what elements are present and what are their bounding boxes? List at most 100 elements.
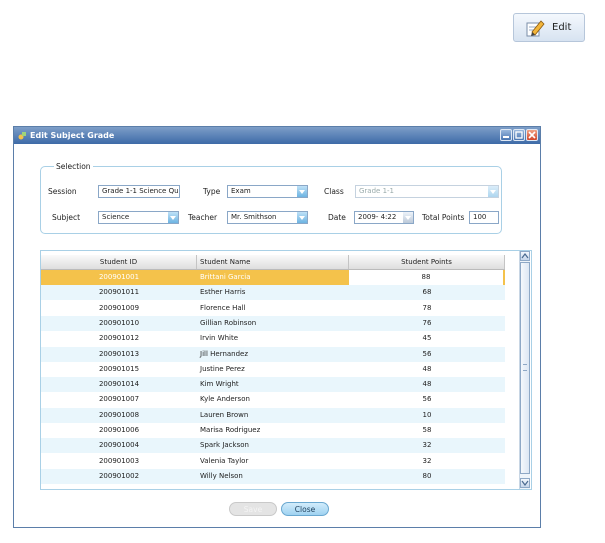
chevron-down-icon[interactable] — [297, 186, 307, 197]
student-id-cell: 200901015 — [98, 364, 140, 373]
student-name-cell: Jill Hernandez — [200, 349, 249, 358]
save-button[interactable]: Save — [229, 502, 277, 516]
student-points-cell[interactable]: 48 — [349, 377, 505, 392]
student-name-cell: Gillian Robinson — [200, 318, 257, 327]
student-id-cell: 200901003 — [98, 456, 140, 465]
maximize-icon[interactable] — [513, 129, 525, 141]
student-points-cell[interactable]: 56 — [349, 347, 505, 362]
vertical-scrollbar[interactable] — [519, 251, 530, 489]
column-header-student-name[interactable]: Student Name — [197, 255, 349, 269]
table-row[interactable]: 200901013 Jill Hernandez 56 — [41, 346, 505, 362]
student-points-cell[interactable]: 88 — [349, 270, 505, 285]
student-id-cell: 200901009 — [98, 303, 140, 312]
student-id-cell: 200901007 — [98, 395, 140, 404]
total-points-label: Total Points — [422, 213, 465, 222]
student-name-cell: Spark Jackson — [200, 441, 249, 450]
minimize-icon[interactable] — [500, 129, 512, 141]
close-icon[interactable] — [526, 129, 538, 141]
table-row[interactable]: 200901002 Willy Nelson 80 — [41, 468, 505, 484]
chevron-down-icon[interactable] — [168, 212, 178, 223]
edit-pencil-icon — [524, 17, 546, 39]
type-label: Type — [203, 187, 221, 196]
subject-select[interactable]: Science — [98, 211, 179, 224]
column-header-student-id[interactable]: Student ID — [41, 255, 197, 269]
student-points-cell[interactable]: 32 — [349, 438, 505, 453]
student-points-cell[interactable]: 45 — [349, 331, 505, 346]
chevron-down-icon[interactable] — [488, 186, 498, 197]
table-row[interactable]: 200901004 Spark Jackson 32 — [41, 438, 505, 454]
student-name-cell: Kim Wright — [200, 380, 239, 389]
student-id-cell: 200901004 — [98, 441, 140, 450]
dialog-title: Edit Subject Grade — [30, 131, 115, 140]
date-label: Date — [328, 213, 346, 222]
student-id-cell: 200901010 — [98, 318, 140, 327]
student-id-cell: 200901013 — [98, 349, 140, 358]
table-row[interactable]: 200901003 Valenia Taylor 32 — [41, 454, 505, 469]
table-row[interactable]: 200901007 Kyle Anderson 56 — [41, 392, 505, 407]
column-header-student-points[interactable]: Student Points — [349, 255, 505, 269]
table-row[interactable]: 200901011 Esther Harris 68 — [41, 285, 505, 301]
teacher-label: Teacher — [188, 213, 218, 222]
student-points-cell[interactable]: 48 — [349, 362, 505, 377]
student-name-cell: Kyle Anderson — [200, 395, 250, 404]
student-points-cell[interactable]: 68 — [349, 285, 505, 300]
student-points-cell[interactable]: 80 — [349, 469, 505, 484]
student-id-cell: 200901012 — [98, 334, 140, 343]
table-row[interactable]: 200901014 Kim Wright 48 — [41, 377, 505, 393]
student-points-cell[interactable]: 76 — [349, 316, 505, 331]
student-points-cell[interactable]: 32 — [349, 454, 505, 469]
student-name-cell: Lauren Brown — [200, 410, 249, 419]
class-label: Class — [324, 187, 344, 196]
table-row[interactable]: 200901015 Justine Perez 48 — [41, 362, 505, 377]
student-id-cell: 200901008 — [98, 410, 140, 419]
student-name-cell: Brittani Garcia — [200, 273, 251, 281]
scroll-down-icon[interactable] — [520, 478, 530, 488]
student-points-cell[interactable]: 56 — [349, 392, 505, 407]
dialog-titlebar[interactable]: Edit Subject Grade — [14, 127, 540, 144]
scroll-up-icon[interactable] — [520, 251, 530, 261]
total-points-field[interactable]: 100 — [469, 211, 499, 224]
close-button[interactable]: Close — [281, 502, 329, 516]
student-id-cell: 200901014 — [98, 380, 140, 389]
student-name-cell: Florence Hall — [200, 303, 246, 312]
table-header: Student ID Student Name Student Points — [41, 255, 505, 270]
calendar-dropdown-icon[interactable] — [403, 212, 413, 223]
student-name-cell: Esther Harris — [200, 288, 246, 297]
edit-button-label: Edit — [552, 22, 572, 33]
type-value: Exam — [231, 187, 251, 195]
student-name-cell: Valenia Taylor — [200, 456, 249, 465]
session-label: Session — [48, 187, 77, 196]
student-name-cell: Marisa Rodriguez — [200, 426, 261, 434]
subject-value: Science — [102, 213, 130, 221]
date-picker[interactable]: 2009- 4:22 — [354, 211, 414, 224]
teacher-select[interactable]: Mr. Smithson — [227, 211, 308, 224]
student-id-cell: 200901011 — [98, 288, 140, 297]
session-field[interactable]: Grade 1-1 Science Qu — [98, 185, 180, 198]
chevron-down-icon[interactable] — [297, 212, 307, 223]
student-id-cell: 200901001 — [98, 273, 140, 281]
student-name-cell: Willy Nelson — [200, 471, 243, 480]
student-grade-table: Student ID Student Name Student Points 2… — [40, 250, 532, 490]
table-row[interactable]: 200901008 Lauren Brown 10 — [41, 407, 505, 423]
scrollbar-thumb[interactable] — [520, 262, 530, 474]
edit-button[interactable]: Edit — [513, 13, 585, 42]
student-points-cell[interactable]: 58 — [349, 423, 505, 438]
table-row[interactable]: 200901006 Marisa Rodriguez 58 — [41, 423, 505, 438]
selection-group: Selection Session Grade 1-1 Science Qu T… — [40, 162, 502, 234]
table-row[interactable]: 200901012 Irvin White 45 — [41, 331, 505, 346]
subject-label: Subject — [52, 213, 81, 222]
class-value: Grade 1-1 — [359, 187, 394, 195]
selection-legend: Selection — [54, 162, 93, 171]
class-select[interactable]: Grade 1-1 — [355, 185, 499, 198]
table-row[interactable]: 200901009 Florence Hall 78 — [41, 301, 505, 316]
table-row[interactable]: 200901001 Brittani Garcia 88 — [41, 270, 505, 285]
student-name-cell: Justine Perez — [200, 364, 245, 373]
student-points-cell[interactable]: 10 — [349, 408, 505, 423]
date-value: 2009- 4:22 — [358, 213, 397, 221]
table-row[interactable]: 200901010 Gillian Robinson 76 — [41, 315, 505, 331]
edit-subject-grade-dialog: Edit Subject Grade Selection Session Gra… — [13, 126, 541, 528]
student-points-cell[interactable]: 78 — [349, 301, 505, 316]
type-select[interactable]: Exam — [227, 185, 308, 198]
app-icon — [18, 132, 26, 140]
student-name-cell: Irvin White — [200, 334, 239, 343]
